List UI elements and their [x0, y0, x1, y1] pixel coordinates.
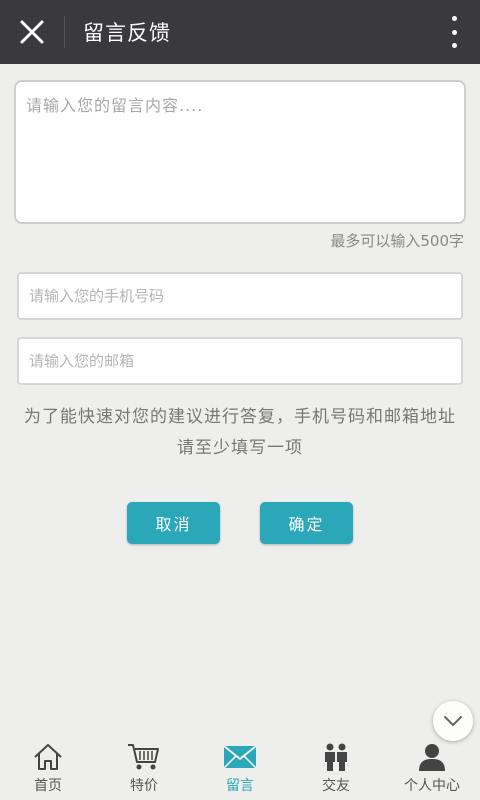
- close-button[interactable]: [0, 0, 64, 64]
- tab-label: 交友: [322, 778, 350, 794]
- notice-line-1: 为了能快速对您的建议进行答复，手机号码和邮箱地址: [24, 407, 456, 427]
- message-textarea[interactable]: [14, 80, 466, 224]
- home-icon: [31, 742, 65, 772]
- tab-label: 特价: [130, 778, 158, 794]
- tab-label: 个人中心: [404, 778, 460, 794]
- more-vertical-icon: [451, 16, 457, 21]
- more-menu-button[interactable]: [446, 16, 462, 48]
- chevron-down-icon: [444, 716, 462, 727]
- close-icon: [20, 20, 44, 44]
- tab-special-offers[interactable]: 特价: [96, 737, 192, 800]
- tab-home[interactable]: 首页: [0, 737, 96, 800]
- tab-message[interactable]: 留言: [192, 737, 288, 800]
- header-divider: [64, 16, 65, 48]
- tab-label: 首页: [34, 778, 62, 794]
- page-title: 留言反馈: [83, 21, 171, 45]
- cart-icon: [127, 742, 161, 772]
- user-icon: [415, 742, 449, 772]
- cancel-button[interactable]: 取消: [127, 502, 220, 544]
- tab-profile[interactable]: 个人中心: [384, 737, 480, 800]
- people-icon: [319, 742, 353, 772]
- mail-icon: [223, 742, 257, 772]
- char-limit-hint: 最多可以输入500字: [330, 232, 464, 250]
- phone-input[interactable]: [17, 272, 463, 320]
- bottom-tab-bar: 首页 特价 留言 交友 个人中心: [0, 737, 480, 800]
- confirm-button[interactable]: 确定: [260, 502, 353, 544]
- email-input[interactable]: [17, 337, 463, 385]
- notice-line-2: 请至少填写一项: [177, 438, 303, 458]
- contact-notice: 为了能快速对您的建议进行答复，手机号码和邮箱地址 请至少填写一项: [10, 402, 470, 464]
- top-bar: 留言反馈: [0, 0, 480, 64]
- collapse-button[interactable]: [433, 701, 473, 741]
- tab-label: 留言: [226, 778, 254, 794]
- tab-friends[interactable]: 交友: [288, 737, 384, 800]
